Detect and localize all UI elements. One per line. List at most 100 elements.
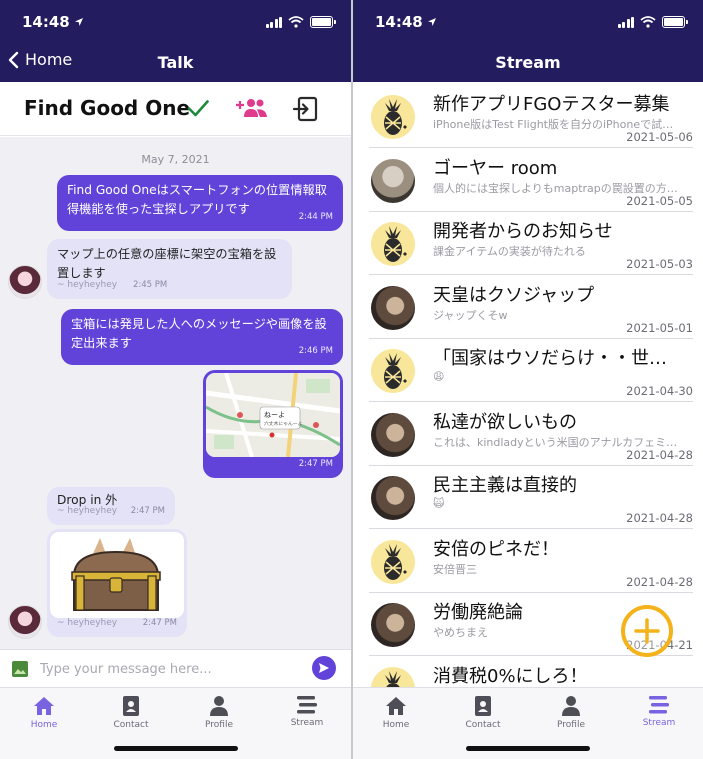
message-sender: ~ heyheyhey bbox=[57, 506, 118, 516]
tab-contact[interactable]: Contact bbox=[96, 696, 166, 730]
stream-item[interactable]: 天皇はクソジャップ ジャップくそw 2021-05-01 bbox=[353, 275, 703, 339]
date-separator: May 7, 2021 bbox=[141, 153, 210, 166]
tab-bar: Home Contact Profile Stream bbox=[353, 687, 703, 759]
add-group-icon[interactable] bbox=[236, 96, 268, 120]
pineapple-avatar[interactable] bbox=[371, 95, 415, 139]
stream-item[interactable]: 新作アプリFGOテスター募集 iPhone版はTest Flight版を自分のiP… bbox=[353, 84, 703, 148]
stream-icon bbox=[649, 696, 669, 714]
stream-item[interactable]: 民主主義は直接的 🙀 2021-04-28 bbox=[353, 465, 703, 529]
stream-item-date: 2021-05-05 bbox=[626, 193, 693, 208]
tab-stream[interactable]: Stream bbox=[624, 696, 694, 728]
tab-contact[interactable]: Contact bbox=[448, 696, 518, 730]
wifi-icon bbox=[288, 16, 304, 28]
stream-item[interactable]: 私達が欲しいもの これは、kindladyという米国のアナルカフェミ… 2021-0… bbox=[353, 402, 703, 466]
message-input[interactable] bbox=[40, 656, 300, 682]
status-bar: 14:48 bbox=[22, 12, 336, 32]
photo-avatar[interactable] bbox=[371, 412, 415, 457]
contact-icon bbox=[475, 696, 491, 716]
battery-icon bbox=[310, 16, 336, 28]
stream-item-title: 天皇はクソジャップ bbox=[433, 284, 595, 306]
message-bubble[interactable]: Find Good Oneはスマートフォンの位置情報取得機能を使った宝探しアプリ… bbox=[57, 175, 343, 231]
home-icon bbox=[34, 697, 54, 715]
tab-label: Stream bbox=[642, 718, 676, 728]
stream-item-preview: 😩 bbox=[433, 370, 445, 383]
tab-home[interactable]: Home bbox=[9, 696, 79, 730]
image-message-bubble[interactable]: ~ heyheyhey 2:47 PM bbox=[47, 529, 187, 637]
map-message-bubble[interactable]: ねーよ 六丈木にゃんーよ 2:47 PM bbox=[203, 370, 343, 478]
photo-avatar[interactable] bbox=[371, 476, 415, 520]
avatar[interactable] bbox=[8, 265, 42, 299]
pineapple-avatar[interactable] bbox=[371, 666, 415, 687]
nav-title: Talk bbox=[157, 52, 194, 72]
photo-avatar[interactable] bbox=[371, 285, 415, 330]
tab-profile[interactable]: Profile bbox=[536, 696, 606, 730]
tab-home[interactable]: Home bbox=[361, 696, 431, 730]
stream-item-date: 2021-04-28 bbox=[626, 447, 693, 462]
stream-list[interactable]: 新作アプリFGOテスター募集 iPhone版はTest Flight版を自分のiP… bbox=[353, 82, 703, 687]
home-icon bbox=[386, 697, 406, 715]
message-time: 2:47 PM bbox=[130, 506, 165, 516]
profile-icon bbox=[210, 696, 228, 716]
pineapple-icon bbox=[384, 226, 407, 262]
message-list[interactable]: May 7, 2021 Find Good Oneはスマートフォンの位置情報取得… bbox=[0, 137, 351, 649]
talk-top-bar: 14:48 Home Talk bbox=[0, 0, 351, 82]
check-icon[interactable] bbox=[186, 96, 210, 120]
message-bubble[interactable]: Drop in 外 ~ heyheyhey 2:47 PM bbox=[47, 487, 175, 525]
stream-item[interactable]: 消費税0%にしろ！ bbox=[353, 656, 703, 687]
message-sender: ~ heyheyhey bbox=[57, 280, 118, 290]
stream-item-date: 2021-04-30 bbox=[626, 384, 693, 398]
nav-title: Stream bbox=[495, 52, 561, 72]
profile-icon bbox=[562, 696, 580, 716]
talk-title: Find Good One bbox=[24, 96, 191, 120]
map-thumbnail[interactable]: ねーよ 六丈木にゃんーよ bbox=[206, 373, 340, 457]
wifi-icon bbox=[640, 16, 656, 28]
stream-item[interactable]: 「国家はウソだらけ・・世… 😩 2021-04-30 bbox=[353, 338, 703, 402]
message-bubble[interactable]: 宝箱には発見した人へのメッセージや画像を設定出来ます 2:46 PM bbox=[61, 309, 343, 365]
cellular-signal-icon bbox=[617, 16, 634, 28]
add-post-button[interactable] bbox=[621, 605, 673, 657]
message-time: 2:46 PM bbox=[298, 346, 333, 356]
tab-label: Stream bbox=[290, 718, 324, 728]
tab-stream[interactable]: Stream bbox=[272, 696, 342, 728]
exit-icon[interactable] bbox=[292, 96, 318, 122]
stream-item-title: ゴーヤー room bbox=[433, 157, 558, 179]
treasure-chest-image[interactable] bbox=[50, 532, 184, 618]
message-bubble[interactable]: マップ上の任意の座標に架空の宝箱を設置します ~ heyheyhey 2:45 … bbox=[47, 239, 292, 299]
message-input-bar bbox=[0, 649, 351, 687]
pineapple-avatar[interactable] bbox=[371, 539, 415, 584]
stream-item-title: 民主主義は直接的 bbox=[433, 475, 577, 496]
tab-label: Home bbox=[382, 720, 410, 730]
pineapple-icon bbox=[385, 670, 401, 687]
photo-avatar[interactable] bbox=[371, 158, 415, 203]
tab-profile[interactable]: Profile bbox=[184, 696, 254, 730]
stream-item[interactable]: 安倍のピネだ！ 安倍晋三 2021-04-28 bbox=[353, 529, 703, 593]
home-indicator bbox=[466, 746, 590, 751]
stream-item-date: 2021-05-01 bbox=[626, 320, 693, 335]
pineapple-icon bbox=[384, 99, 407, 135]
location-arrow-icon bbox=[427, 18, 436, 26]
pineapple-avatar[interactable] bbox=[371, 349, 415, 393]
stream-item-title: 私達が欲しいもの bbox=[433, 411, 577, 433]
cellular-signal-icon bbox=[265, 16, 282, 28]
message-time: 2:47 PM bbox=[298, 459, 333, 469]
talk-header: Find Good One bbox=[0, 82, 351, 136]
talk-screen: 14:48 Home Talk Find Good One May 7, 202… bbox=[0, 0, 351, 759]
stream-item[interactable]: 開発者からのお知らせ 課金アイテムの実装が待たれる 2021-05-03 bbox=[353, 211, 703, 275]
stream-item-title: 安倍のピネだ！ bbox=[433, 538, 559, 560]
photo-avatar[interactable] bbox=[371, 603, 415, 647]
stream-item[interactable]: ゴーヤー room 個人的には宝探しよりもmaptrapの罠設置の方… 2021-0… bbox=[353, 148, 703, 212]
pineapple-avatar[interactable] bbox=[371, 222, 415, 266]
back-button[interactable]: Home bbox=[8, 50, 72, 69]
status-time: 14:48 bbox=[22, 13, 70, 31]
message-time: 2:45 PM bbox=[133, 280, 168, 290]
avatar[interactable] bbox=[8, 605, 42, 639]
tab-label: Contact bbox=[465, 720, 501, 730]
contact-icon bbox=[123, 696, 139, 716]
stream-item-date: 2021-04-28 bbox=[626, 574, 693, 589]
plus-icon bbox=[634, 618, 660, 644]
message-time: 2:47 PM bbox=[142, 618, 177, 628]
image-icon[interactable] bbox=[12, 661, 28, 677]
send-button[interactable] bbox=[312, 656, 336, 680]
message-sender: ~ heyheyhey bbox=[57, 618, 118, 628]
location-arrow-icon bbox=[74, 18, 83, 26]
